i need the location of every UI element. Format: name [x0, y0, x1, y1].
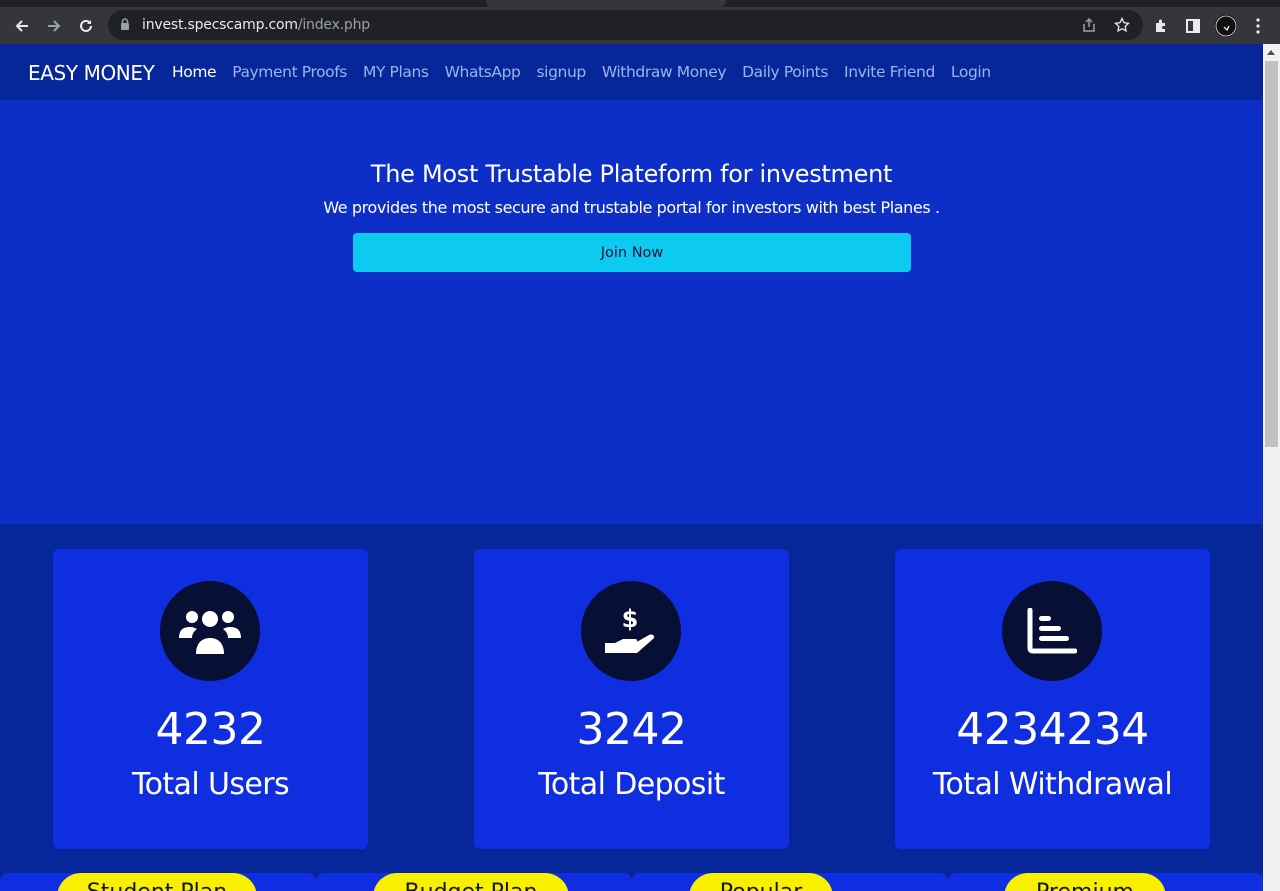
page-scrollbar[interactable] — [1263, 44, 1280, 891]
nav-link-whatsapp[interactable]: WhatsApp — [445, 63, 521, 81]
brand-logo-text[interactable]: EASY MONEY — [28, 61, 155, 85]
plan-title: Student Plan — [57, 880, 257, 891]
nav-links: Home Payment Proofs MY Plans WhatsApp si… — [172, 63, 991, 81]
hero-title: The Most Trustable Plateform for investm… — [370, 160, 893, 188]
side-panel-icon[interactable] — [1180, 13, 1206, 39]
browser-toolbar: invest.specscamp.com/index.php — [0, 7, 1280, 44]
plan-title: Popular — [689, 880, 833, 891]
svg-text:$: $ — [622, 605, 639, 633]
profile-avatar[interactable] — [1213, 13, 1239, 39]
plan-tag: Student Plan — [57, 873, 257, 891]
nav-link-my-plans[interactable]: MY Plans — [363, 63, 429, 81]
plan-tag: Popular — [689, 873, 833, 891]
stat-label-users: Total Users — [131, 767, 290, 802]
forward-icon[interactable] — [41, 13, 67, 39]
hero-section: The Most Trustable Plateform for investm… — [0, 100, 1263, 524]
nav-link-invite-friend[interactable]: Invite Friend — [844, 63, 935, 81]
nav-link-daily-points[interactable]: Daily Points — [742, 63, 828, 81]
join-now-button[interactable]: Join Now — [353, 233, 911, 272]
browser-tab-strip — [0, 0, 1280, 7]
menu-icon[interactable] — [1245, 13, 1271, 39]
plan-title: Premium — [1004, 880, 1166, 891]
nav-link-payment-proofs[interactable]: Payment Proofs — [232, 63, 347, 81]
plan-title: Budget Plan — [373, 880, 569, 891]
plan-card-popular[interactable]: Popular — [632, 873, 948, 891]
back-icon[interactable] — [9, 13, 35, 39]
scroll-thumb[interactable] — [1265, 61, 1278, 447]
stat-label-withdrawal: Total Withdrawal — [932, 767, 1173, 802]
hero-subtitle: We provides the most secure and trustabl… — [323, 198, 940, 217]
lock-icon[interactable] — [120, 18, 130, 36]
plan-card-budget[interactable]: Budget Plan — [316, 873, 632, 891]
nav-link-withdraw-money[interactable]: Withdraw Money — [602, 63, 727, 81]
active-tab[interactable] — [486, 0, 726, 7]
users-icon — [160, 581, 260, 681]
stat-value-withdrawal: 4234234 — [956, 704, 1149, 755]
stat-label-deposit: Total Deposit — [538, 767, 725, 802]
stat-card-withdrawal: 4234234 Total Withdrawal — [895, 549, 1210, 849]
plan-card-student[interactable]: Student Plan — [0, 873, 316, 891]
stats-section: 4232 Total Users $ 3242 Total Deposit 42… — [0, 524, 1263, 891]
nav-link-signup[interactable]: signup — [537, 63, 587, 81]
stat-value-deposit: 3242 — [576, 704, 687, 755]
plan-tag: Premium — [1004, 873, 1166, 891]
site-navbar: EASY MONEY Home Payment Proofs MY Plans … — [0, 44, 1263, 100]
nav-link-login[interactable]: Login — [951, 63, 991, 81]
stat-value-users: 4232 — [155, 704, 266, 755]
stat-card-deposit: $ 3242 Total Deposit — [474, 549, 789, 849]
plan-card-premium[interactable]: Premium — [948, 873, 1263, 891]
url-text[interactable]: invest.specscamp.com/index.php — [142, 17, 370, 33]
bookmark-star-icon[interactable] — [1114, 16, 1130, 38]
bar-chart-icon — [1002, 581, 1102, 681]
plan-tag: Budget Plan — [373, 873, 569, 891]
hand-dollar-icon: $ — [581, 581, 681, 681]
scroll-up-arrow-icon[interactable] — [1267, 50, 1275, 55]
share-icon[interactable] — [1081, 17, 1097, 38]
stat-card-users: 4232 Total Users — [53, 549, 368, 849]
nav-link-home[interactable]: Home — [172, 63, 217, 81]
reload-icon[interactable] — [73, 13, 99, 39]
address-bar[interactable]: invest.specscamp.com/index.php — [108, 10, 1143, 40]
extensions-icon[interactable] — [1148, 13, 1174, 39]
